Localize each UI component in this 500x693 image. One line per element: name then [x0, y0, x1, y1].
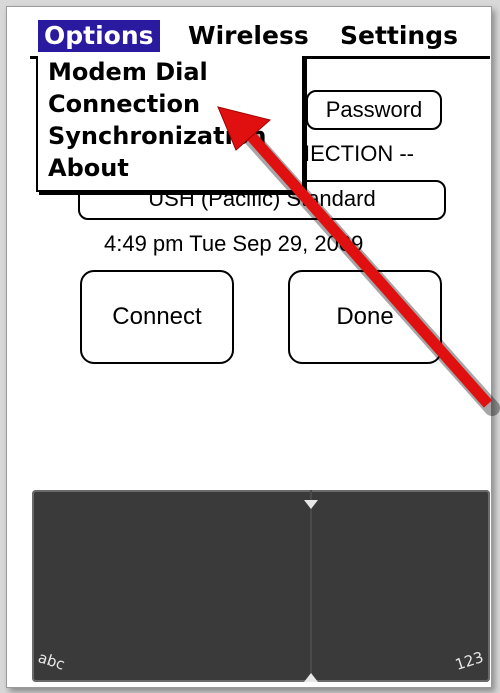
done-button-label: Done — [336, 303, 394, 330]
menu-settings[interactable]: Settings — [340, 20, 458, 52]
done-button[interactable]: Done — [288, 270, 442, 364]
graffiti-bottom-marker-icon — [304, 673, 318, 682]
menu-item-connection[interactable]: Connection — [48, 88, 200, 120]
menu-wireless[interactable]: Wireless — [188, 20, 309, 52]
connection-label: IECTION -- — [304, 141, 414, 166]
menu-options[interactable]: Options — [38, 20, 160, 52]
options-dropdown: Modem Dial Connection Synchronization Ab… — [36, 56, 304, 192]
graffiti-top-marker-icon — [304, 500, 318, 509]
connect-button[interactable]: Connect — [80, 270, 234, 364]
menu-item-modem-dial[interactable]: Modem Dial — [48, 56, 208, 88]
graffiti-area[interactable]: abc 123 — [32, 490, 490, 682]
connect-button-label: Connect — [112, 303, 202, 330]
graffiti-divider — [310, 490, 312, 682]
graffiti-abc-label: abc — [35, 648, 68, 674]
password-button[interactable]: Password — [306, 90, 442, 130]
graffiti-123-label: 123 — [453, 648, 487, 674]
menu-item-about[interactable]: About — [48, 152, 129, 184]
menu-bar: Options Wireless Settings — [30, 18, 490, 59]
password-button-label: Password — [325, 97, 423, 122]
datetime-text: 4:49 pm Tue Sep 29, 2009 — [104, 231, 364, 256]
menu-item-synchronization[interactable]: Synchronization — [48, 120, 266, 152]
